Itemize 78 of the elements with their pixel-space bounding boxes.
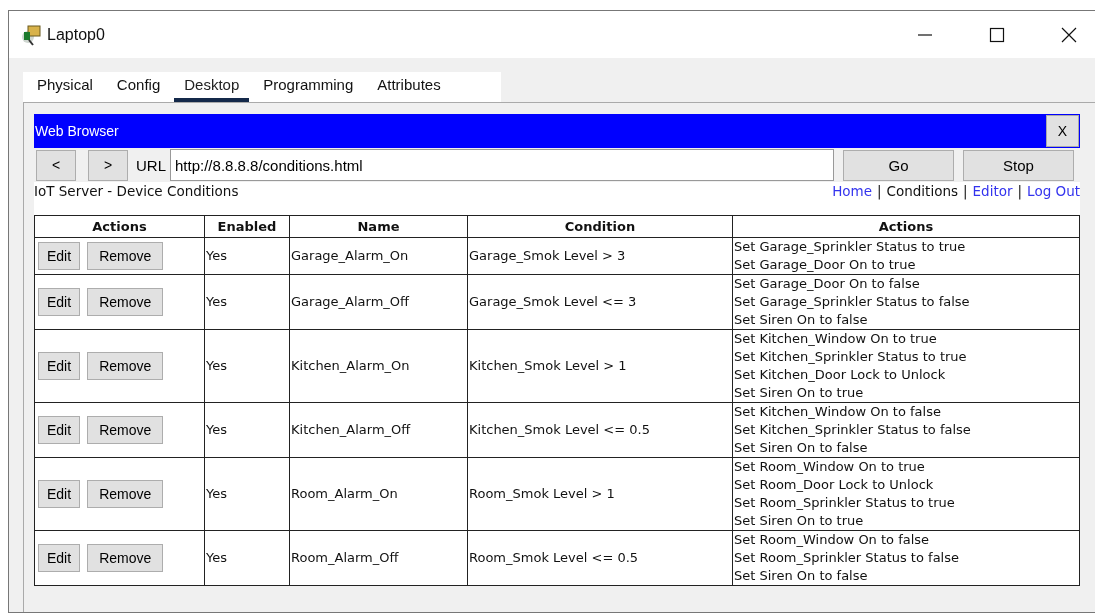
window-title: Laptop0 <box>47 25 105 44</box>
remove-button[interactable]: Remove <box>87 352 164 380</box>
table-cell: Garage_Smok Level > 3 <box>467 237 733 275</box>
edit-button[interactable]: Edit <box>38 288 81 316</box>
table-cell: Garage_Smok Level <= 3 <box>467 274 733 330</box>
column-header: Name <box>289 215 468 238</box>
column-header: Enabled <box>204 215 290 238</box>
remove-button[interactable]: Remove <box>87 416 164 444</box>
action-line: Set Kitchen_Sprinkler Status to true <box>734 348 968 366</box>
current-page-label: Conditions <box>886 183 959 201</box>
table-cell: Yes <box>204 402 290 458</box>
action-line: Set Siren On to false <box>734 567 869 585</box>
action-line: Set Siren On to false <box>734 311 869 329</box>
forward-button[interactable]: > <box>88 149 128 181</box>
separator: | <box>963 183 968 202</box>
remove-button[interactable]: Remove <box>87 480 164 508</box>
table-cell: Yes <box>204 457 290 531</box>
table-cell: Yes <box>204 329 290 403</box>
close-button[interactable]: X <box>1046 115 1079 147</box>
separator: | <box>1017 183 1023 202</box>
page-heading: IoT Server - Device Conditions <box>34 183 239 201</box>
action-line: Set Room_Sprinkler Status to true <box>734 494 956 512</box>
nav-link[interactable]: Log Out <box>1027 183 1080 215</box>
column-header: Actions <box>34 215 205 238</box>
table-cell: Yes <box>204 274 290 330</box>
table-cell: Garage_Alarm_On <box>289 237 468 275</box>
table-cell: Yes <box>204 237 290 275</box>
remove-button[interactable]: Remove <box>87 242 164 270</box>
go-button[interactable]: Go <box>843 149 954 181</box>
table-cell: Room_Smok Level > 1 <box>467 457 733 531</box>
table-cell: Kitchen_Smok Level <= 0.5 <box>467 402 733 458</box>
action-line: Set Room_Window On to false <box>734 531 931 549</box>
action-line: Set Room_Window On to true <box>734 458 926 476</box>
action-line: Set Garage_Sprinkler Status to true <box>734 238 967 256</box>
action-line: Set Garage_Door On to true <box>734 256 917 274</box>
edit-button[interactable]: Edit <box>38 480 81 508</box>
table-cell: Room_Alarm_On <box>289 457 468 531</box>
tab[interactable]: Physical <box>27 76 103 102</box>
tab[interactable]: Attributes <box>367 76 451 102</box>
table-cell: Yes <box>204 530 290 586</box>
url-field[interactable]: http://8.8.8.8/conditions.html <box>170 149 834 181</box>
action-line: Set Kitchen_Sprinkler Status to false <box>734 421 972 439</box>
table-cell: Garage_Alarm_Off <box>289 274 468 330</box>
laptop-icon <box>21 23 43 46</box>
url-label: URL <box>136 156 166 174</box>
column-header: Actions <box>732 215 1080 238</box>
action-line: Set Kitchen_Door Lock to Unlock <box>734 366 947 384</box>
table-cell: Kitchen_Alarm_On <box>289 329 468 403</box>
action-line: Set Siren On to true <box>734 512 865 530</box>
edit-button[interactable]: Edit <box>38 242 81 270</box>
action-line: Set Garage_Door On to false <box>734 275 921 293</box>
remove-button[interactable]: Remove <box>87 544 164 572</box>
action-line: Set Kitchen_Window On to false <box>734 403 942 421</box>
tab[interactable]: Programming <box>253 76 364 102</box>
maximize-icon[interactable] <box>989 26 1005 43</box>
stop-button[interactable]: Stop <box>963 149 1074 181</box>
remove-button[interactable]: Remove <box>87 288 164 316</box>
column-header: Condition <box>467 215 733 238</box>
separator: | <box>877 183 882 202</box>
nav-link[interactable]: Editor <box>972 183 1013 215</box>
edit-button[interactable]: Edit <box>38 352 81 380</box>
action-line: Set Kitchen_Window On to true <box>734 330 938 348</box>
action-line: Set Garage_Sprinkler Status to false <box>734 293 971 311</box>
browser-title: Web Browser <box>34 123 119 139</box>
edit-button[interactable]: Edit <box>38 544 81 572</box>
back-button[interactable]: < <box>36 149 76 181</box>
table-cell: Kitchen_Alarm_Off <box>289 402 468 458</box>
table-cell: Kitchen_Smok Level > 1 <box>467 329 733 403</box>
close-icon[interactable] <box>1061 26 1077 43</box>
action-line: Set Siren On to true <box>734 384 865 402</box>
nav-link[interactable]: Home <box>832 183 872 215</box>
action-line: Set Room_Door Lock to Unlock <box>734 476 935 494</box>
table-cell: Room_Smok Level <= 0.5 <box>467 530 733 586</box>
tab[interactable]: Config <box>106 76 171 102</box>
action-line: Set Room_Sprinkler Status to false <box>734 549 960 567</box>
action-line: Set Siren On to false <box>734 439 869 457</box>
edit-button[interactable]: Edit <box>38 416 81 444</box>
table-cell: Room_Alarm_Off <box>289 530 468 586</box>
